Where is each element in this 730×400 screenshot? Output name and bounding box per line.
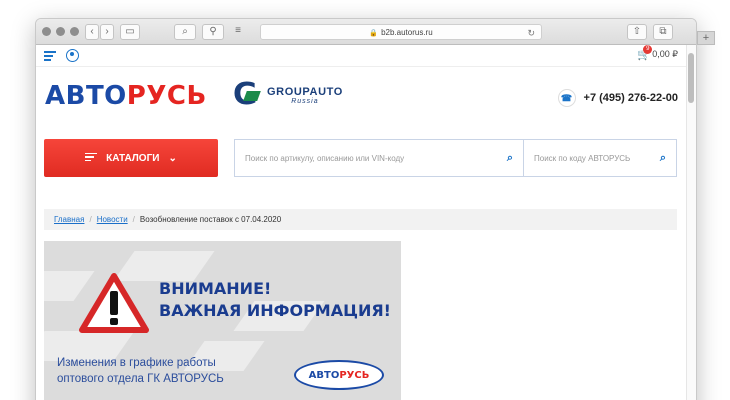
warning-icon xyxy=(79,273,149,333)
news-banner: ВНИМАНИЕ! ВАЖНАЯ ИНФОРМАЦИЯ! Изменения в… xyxy=(44,241,401,400)
sidebar-toggle-button[interactable]: ▭ xyxy=(120,24,140,40)
catalog-menu-icon xyxy=(85,152,98,164)
cart-icon[interactable]: 🛒 9 xyxy=(637,45,653,60)
cart-total: 0,00 ₽ xyxy=(652,49,678,59)
breadcrumb-current: Возобновление поставок с 07.04.2020 xyxy=(139,215,282,224)
banner-subtitle: Изменения в графике работы оптового отде… xyxy=(57,357,224,385)
browser-window: ‹ › ▭ ⌕ ⚲ ≡ 🔒 b2b.autorus.ru ↻ ⇧ ⧉ 🛒 9 0,0… xyxy=(35,18,697,400)
search-icon[interactable]: ⌕ xyxy=(174,24,196,40)
cart[interactable]: 🛒 9 0,00 ₽ xyxy=(637,45,678,60)
partner-name: GROUPAUTO xyxy=(267,85,343,98)
scrollbar-thumb[interactable] xyxy=(688,53,694,103)
reader-icon[interactable]: ≡ xyxy=(230,24,246,40)
address-bar[interactable]: 🔒 b2b.autorus.ru ↻ xyxy=(260,24,542,40)
breadcrumb-news[interactable]: Новости xyxy=(97,215,128,224)
phone-number: +7 (495) 276-22-00 xyxy=(583,92,678,104)
code-search-input[interactable]: Поиск по коду АВТОРУСЬ ⌕ xyxy=(524,139,677,177)
groupauto-g-icon: G xyxy=(233,80,263,110)
forward-button[interactable]: › xyxy=(100,24,114,40)
minimize-window-button[interactable] xyxy=(56,27,65,36)
main-search-placeholder: Поиск по артикулу, описанию или VIN-коду xyxy=(245,153,405,163)
cart-count-badge: 9 xyxy=(643,45,653,54)
page-content: 🛒9 0,00 ₽ АВТОРУСЬ G GROUPAUTO Russia ☎ … xyxy=(36,45,696,400)
search-icon[interactable]: ⌕ xyxy=(660,152,666,165)
phone-icon: ☎ xyxy=(557,89,576,107)
site-header: АВТОРУСЬ G GROUPAUTO Russia ☎ +7 (495) 2… xyxy=(36,67,696,129)
lock-icon: 🔒 xyxy=(369,30,379,37)
breadcrumb: Главная / Новости / Возобновление постав… xyxy=(44,209,677,230)
reload-icon[interactable]: ↻ xyxy=(527,26,535,41)
browser-toolbar: ‹ › ▭ ⌕ ⚲ ≡ 🔒 b2b.autorus.ru ↻ ⇧ ⧉ xyxy=(36,19,696,45)
chevron-down-icon: ⌄ xyxy=(168,152,177,164)
tabs-button[interactable]: ⧉ xyxy=(653,24,673,40)
new-tab-button[interactable]: + xyxy=(697,31,715,45)
user-icon[interactable] xyxy=(66,49,79,62)
phone-contact[interactable]: ☎ +7 (495) 276-22-00 xyxy=(557,89,678,107)
breadcrumb-home[interactable]: Главная xyxy=(54,215,84,224)
top-bar: 🛒 9 0,00 ₽ xyxy=(36,45,696,67)
main-search-input[interactable]: Поиск по артикулу, описанию или VIN-коду… xyxy=(234,139,524,177)
catalog-label: КАТАЛОГИ xyxy=(106,152,160,164)
banner-autorus-logo: АВТО РУСЬ xyxy=(294,360,384,390)
zoom-window-button[interactable] xyxy=(70,27,79,36)
search-row: КАТАЛОГИ ⌄ Поиск по артикулу, описанию и… xyxy=(44,139,677,177)
partner-sub: Russia xyxy=(291,97,319,105)
share-button[interactable]: ⇧ xyxy=(627,24,647,40)
close-window-button[interactable] xyxy=(42,27,51,36)
back-button[interactable]: ‹ xyxy=(85,24,99,40)
search-icon[interactable]: ⌕ xyxy=(507,152,513,165)
key-icon[interactable]: ⚲ xyxy=(202,24,224,40)
autorus-logo[interactable]: АВТОРУСЬ xyxy=(45,81,207,111)
catalog-button[interactable]: КАТАЛОГИ ⌄ xyxy=(44,139,218,177)
code-search-placeholder: Поиск по коду АВТОРУСЬ xyxy=(534,153,631,163)
groupauto-logo: G GROUPAUTO Russia xyxy=(233,80,343,110)
window-controls xyxy=(42,27,79,36)
banner-title: ВНИМАНИЕ! ВАЖНАЯ ИНФОРМАЦИЯ! xyxy=(159,279,391,320)
url-text: b2b.autorus.ru xyxy=(381,28,433,37)
menu-icon[interactable] xyxy=(44,51,56,61)
